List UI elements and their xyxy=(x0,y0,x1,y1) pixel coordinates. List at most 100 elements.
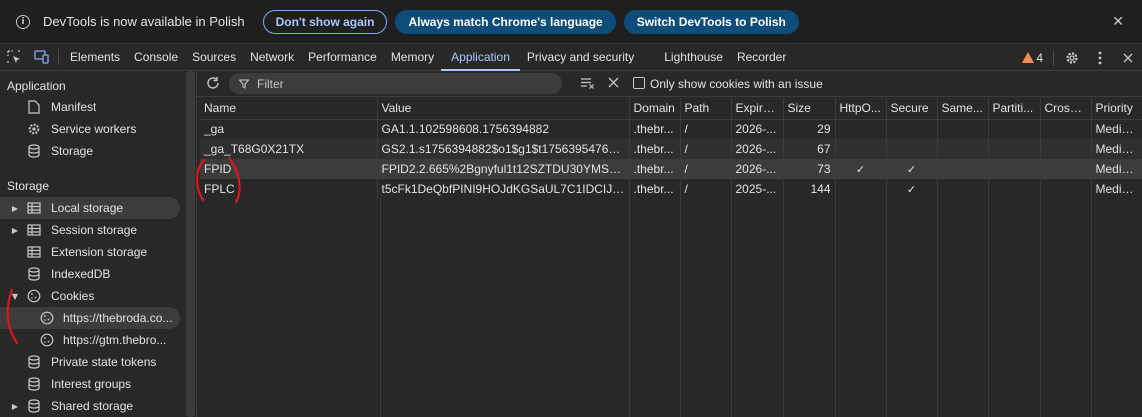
tab-sources[interactable]: Sources xyxy=(185,44,243,71)
tab-elements[interactable]: Elements xyxy=(63,44,127,71)
table-icon xyxy=(26,244,42,260)
sidebar-item-extension-storage[interactable]: Extension storage xyxy=(0,241,180,263)
cell-partition xyxy=(988,179,1041,199)
cell-value: GS2.1.s1756394882$o1$g1$t1756395476$j... xyxy=(377,139,630,159)
cell-name: FPLC xyxy=(200,179,378,199)
sidebar-item-label: https://gtm.thebro... xyxy=(63,333,167,347)
tab-memory[interactable]: Memory xyxy=(384,44,441,71)
column-header-value[interactable]: Value xyxy=(377,98,630,120)
filter-placeholder: Filter xyxy=(257,76,284,91)
cell-priority: Mediu... xyxy=(1091,179,1142,199)
sidebar-item-label: Storage xyxy=(51,144,94,158)
sidebar-item-indexeddb[interactable]: IndexedDB xyxy=(0,263,180,285)
filter-input[interactable]: Filter xyxy=(229,73,562,94)
sidebar-item-local-storage[interactable]: ▶ Local storage xyxy=(0,197,180,219)
cell-name: FPID xyxy=(200,159,378,179)
clear-filtered-icon[interactable] xyxy=(580,76,595,93)
tab-performance[interactable]: Performance xyxy=(301,44,384,71)
tab-recorder[interactable]: Recorder xyxy=(730,44,793,71)
expand-arrow-icon[interactable]: ▶ xyxy=(10,204,20,213)
sidebar-item-cookies[interactable]: ▼ Cookies xyxy=(0,285,180,307)
cell-partition xyxy=(988,139,1041,159)
column-header-samesite[interactable]: Same... xyxy=(937,98,989,120)
close-devtools-icon[interactable] xyxy=(1114,45,1142,71)
tab-network[interactable]: Network xyxy=(243,44,301,71)
devtools-tabbar: Elements Console Sources Network Perform… xyxy=(0,44,1142,71)
collapse-arrow-icon[interactable]: ▼ xyxy=(10,292,20,301)
sidebar-item-storage-overview[interactable]: Storage xyxy=(0,140,180,162)
column-header-expires[interactable]: Expire... xyxy=(731,98,784,120)
only-issues-checkbox[interactable] xyxy=(633,77,645,89)
column-header-domain[interactable]: Domain xyxy=(629,98,681,120)
only-issues-label: Only show cookies with an issue xyxy=(650,77,823,91)
cell-samesite xyxy=(937,159,989,179)
cell-expires: 2025-... xyxy=(731,179,784,199)
cell-cross-site xyxy=(1040,139,1092,159)
database-icon xyxy=(26,266,42,282)
warnings-counter[interactable]: 4 xyxy=(1022,51,1043,65)
cell-secure xyxy=(886,119,938,139)
sidebar-item-private-state-tokens[interactable]: Private state tokens xyxy=(0,351,180,373)
column-header-size[interactable]: Size xyxy=(783,98,836,120)
column-header-httponly[interactable]: HttpO... xyxy=(835,98,887,120)
cell-size: 67 xyxy=(783,139,836,159)
sidebar-item-session-storage[interactable]: ▶ Session storage xyxy=(0,219,180,241)
column-header-name[interactable]: Name xyxy=(200,98,378,120)
column-header-cross-site[interactable]: Cross ... xyxy=(1040,98,1092,120)
switch-to-polish-button[interactable]: Switch DevTools to Polish xyxy=(623,9,799,34)
toolbar-divider xyxy=(1053,49,1054,66)
sidebar-item-manifest[interactable]: Manifest xyxy=(0,96,180,118)
database-icon xyxy=(26,398,42,414)
infobar-message: DevTools is now available in Polish xyxy=(43,14,245,29)
column-header-path[interactable]: Path xyxy=(680,98,732,120)
sidebar-item-label: Session storage xyxy=(51,223,138,237)
tab-lighthouse[interactable]: Lighthouse xyxy=(657,44,730,71)
column-header-secure[interactable]: Secure xyxy=(886,98,938,120)
cell-expires: 2026-... xyxy=(731,139,784,159)
sidebar-item-label: Manifest xyxy=(51,100,97,114)
sidebar-item-shared-storage[interactable]: ▶ Shared storage xyxy=(0,395,180,417)
table-row[interactable]: FPLC t5cFk1DeQbfPINI9HOJdKGSaUL7C1IDCIJa… xyxy=(200,179,1142,199)
device-toolbar-icon[interactable] xyxy=(28,44,56,70)
close-icon[interactable]: ✕ xyxy=(1112,14,1124,30)
cell-domain: .thebr... xyxy=(629,179,681,199)
sidebar-scrollbar[interactable] xyxy=(186,71,195,417)
tab-console[interactable]: Console xyxy=(127,44,185,71)
sidebar-heading-application: Application xyxy=(7,79,66,93)
tab-privacy-and-security[interactable]: Privacy and security xyxy=(520,44,641,71)
refresh-icon[interactable] xyxy=(206,76,220,93)
expand-arrow-icon[interactable]: ▶ xyxy=(10,402,20,411)
sidebar-item-interest-groups[interactable]: Interest groups xyxy=(0,373,180,395)
sidebar-item-label: Extension storage xyxy=(51,245,148,259)
always-match-language-button[interactable]: Always match Chrome's language xyxy=(395,9,616,34)
table-row[interactable]: FPID FPID2.2.665%2Bgnyful1t12SZTDU30YMSo… xyxy=(200,159,1142,179)
column-header-priority[interactable]: Priority xyxy=(1091,98,1142,120)
cell-name: _ga_T68G0X21TX xyxy=(200,139,378,159)
cell-domain: .thebr... xyxy=(629,139,681,159)
sidebar-item-cookie-origin-thebroda[interactable]: https://thebroda.co... xyxy=(0,307,180,329)
clear-all-icon[interactable] xyxy=(608,77,619,91)
inspect-element-icon[interactable] xyxy=(0,44,28,70)
more-options-icon[interactable] xyxy=(1086,45,1114,71)
sidebar-item-cookie-origin-gtm[interactable]: https://gtm.thebro... xyxy=(0,329,180,351)
table-icon xyxy=(26,200,42,216)
cell-path: / xyxy=(680,179,732,199)
cell-size: 73 xyxy=(783,159,836,179)
settings-gear-icon[interactable] xyxy=(1058,45,1086,71)
cookies-table: Name Value Domain Path Expire... Size Ht… xyxy=(200,98,1142,199)
dont-show-again-button[interactable]: Don't show again xyxy=(262,9,388,34)
cell-cross-site xyxy=(1040,119,1092,139)
table-row[interactable]: _ga_T68G0X21TX GS2.1.s1756394882$o1$g1$t… xyxy=(200,139,1142,159)
filter-icon xyxy=(239,79,249,89)
table-row[interactable]: _ga GA1.1.102598608.1756394882 .thebr...… xyxy=(200,119,1142,139)
cell-httponly xyxy=(835,139,887,159)
info-icon: i xyxy=(16,14,30,29)
expand-arrow-icon[interactable]: ▶ xyxy=(10,226,20,235)
cookie-icon xyxy=(39,332,55,348)
cookies-panel: Filter Only show cookies with an issue N… xyxy=(197,71,1142,417)
tab-application[interactable]: Application xyxy=(441,44,520,71)
cookie-icon xyxy=(26,288,42,304)
column-header-partition[interactable]: Partiti... xyxy=(988,98,1041,120)
cell-partition xyxy=(988,159,1041,179)
sidebar-item-service-workers[interactable]: Service workers xyxy=(0,118,180,140)
